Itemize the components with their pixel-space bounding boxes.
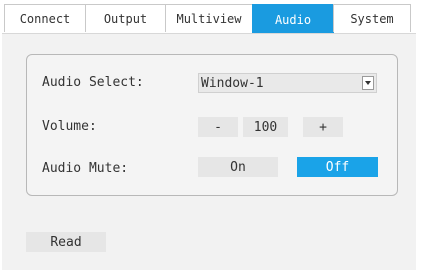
read-button[interactable]: Read (26, 232, 106, 252)
dropdown-arrow-icon[interactable] (362, 76, 374, 90)
audio-panel: Audio Select: Window-1 Volume: - 100 + A… (2, 33, 416, 270)
tab-output[interactable]: Output (85, 4, 166, 32)
tab-audio[interactable]: Audio (252, 4, 334, 35)
audio-select-label: Audio Select: (42, 75, 144, 90)
audio-settings-group: Audio Select: Window-1 Volume: - 100 + A… (26, 54, 398, 196)
tab-system[interactable]: System (333, 4, 411, 32)
volume-decrease-button[interactable]: - (198, 117, 238, 137)
tab-multiview[interactable]: Multiview (165, 4, 253, 32)
volume-value: 100 (243, 117, 288, 137)
tab-connect[interactable]: Connect (4, 4, 86, 32)
mute-off-button[interactable]: Off (297, 157, 378, 177)
mute-on-button[interactable]: On (198, 157, 278, 177)
volume-increase-button[interactable]: + (303, 117, 343, 137)
tab-bar: Connect Output Multiview Audio System (4, 4, 414, 35)
audio-select-dropdown[interactable]: Window-1 (198, 73, 377, 93)
audio-select-value: Window-1 (201, 75, 264, 91)
audio-mute-label: Audio Mute: (42, 161, 129, 176)
volume-label: Volume: (42, 119, 97, 134)
